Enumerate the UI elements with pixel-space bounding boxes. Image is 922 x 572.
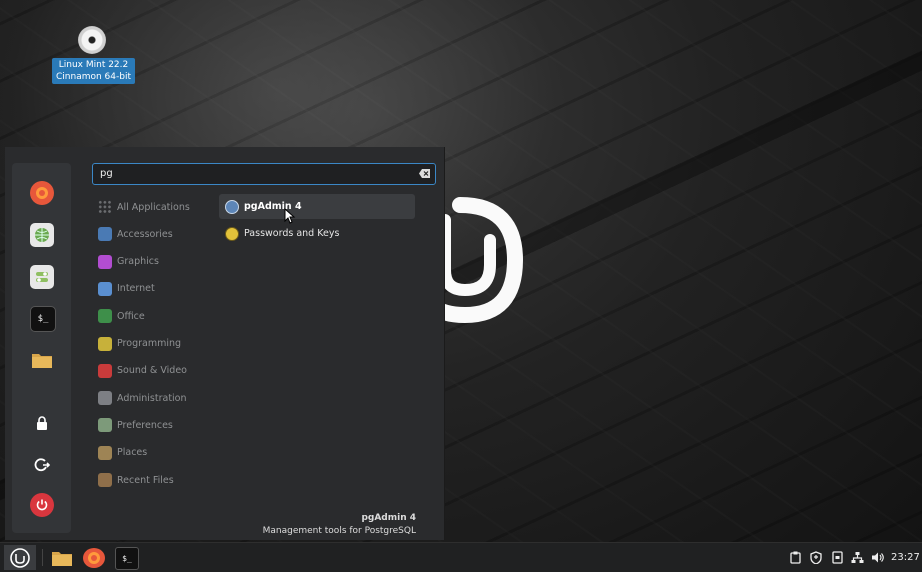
- firefox-icon[interactable]: [83, 548, 105, 568]
- lock-icon[interactable]: [30, 411, 54, 435]
- desktop-icon-install-disc[interactable]: Linux Mint 22.2 Cinnamon 64-bit: [52, 26, 135, 84]
- logout-icon[interactable]: [30, 453, 54, 477]
- power-icon[interactable]: [30, 493, 54, 517]
- category-administration[interactable]: Administration: [98, 389, 187, 407]
- shield-update-icon[interactable]: [810, 551, 822, 564]
- sound-video-icon: [98, 363, 112, 378]
- category-label: Graphics: [117, 256, 159, 268]
- internet-icon: [98, 281, 112, 296]
- description-text: Management tools for PostgreSQL: [262, 526, 416, 536]
- clock[interactable]: 23:27: [891, 552, 920, 563]
- search-text: pg: [100, 168, 113, 179]
- programming-icon: [98, 336, 112, 351]
- category-preferences[interactable]: Preferences: [98, 416, 173, 434]
- category-recent-files[interactable]: Recent Files: [98, 471, 174, 489]
- result-label: Passwords and Keys: [244, 228, 340, 239]
- terminal-icon[interactable]: $_: [115, 547, 139, 570]
- pgadmin-elephant-icon: [225, 199, 239, 214]
- folder-icon[interactable]: [30, 348, 54, 372]
- search-input[interactable]: pg: [92, 163, 436, 185]
- notes-icon[interactable]: [832, 551, 843, 564]
- taskbar-separator: [42, 549, 43, 566]
- network-icon[interactable]: [851, 551, 864, 564]
- category-office[interactable]: Office: [98, 307, 145, 325]
- favorites-sidebar: $_: [12, 163, 71, 533]
- settings-toggle-icon[interactable]: [30, 265, 54, 289]
- all-applications-icon: [98, 200, 112, 214]
- application-menu: $_ pg All Applications Accessories Graphic…: [5, 147, 445, 540]
- category-sound-video[interactable]: Sound & Video: [98, 362, 187, 380]
- category-programming[interactable]: Programming: [98, 335, 181, 353]
- clipboard-icon[interactable]: [790, 551, 801, 564]
- files-folder-icon[interactable]: [50, 547, 74, 568]
- category-label: Internet: [117, 283, 155, 295]
- administration-icon: [98, 391, 112, 406]
- category-label: Administration: [117, 392, 187, 404]
- category-accessories[interactable]: Accessories: [98, 225, 173, 243]
- category-label: All Applications: [117, 201, 190, 213]
- graphics-icon: [98, 254, 112, 269]
- description-title: pgAdmin 4: [361, 513, 416, 523]
- menu-button[interactable]: [4, 545, 36, 570]
- desktop-icon-label: Linux Mint 22.2 Cinnamon 64-bit: [52, 58, 135, 84]
- category-label: Preferences: [117, 419, 173, 431]
- result-item[interactable]: Passwords and Keys: [219, 221, 415, 246]
- recent-files-icon: [98, 473, 112, 487]
- mint-menu-icon: [10, 547, 30, 568]
- mouse-pointer-icon: [284, 208, 296, 224]
- category-places[interactable]: Places: [98, 444, 147, 462]
- accessories-icon: [98, 227, 112, 242]
- passwords-keys-icon: [225, 226, 239, 241]
- terminal-icon[interactable]: $_: [30, 306, 56, 332]
- category-all-applications[interactable]: All Applications: [98, 198, 190, 216]
- result-item[interactable]: pgAdmin 4: [219, 194, 415, 219]
- firefox-icon[interactable]: [30, 181, 54, 205]
- category-internet[interactable]: Internet: [98, 280, 155, 298]
- category-label: Accessories: [117, 228, 173, 240]
- clear-search-icon[interactable]: [419, 169, 430, 178]
- category-label: Sound & Video: [117, 365, 187, 377]
- category-label: Recent Files: [117, 474, 174, 486]
- category-graphics[interactable]: Graphics: [98, 253, 159, 271]
- category-label: Office: [117, 310, 145, 322]
- category-label: Programming: [117, 338, 182, 349]
- preferences-icon: [98, 418, 112, 433]
- software-manager-icon[interactable]: [30, 223, 54, 247]
- office-icon: [98, 309, 112, 324]
- category-label: Places: [117, 447, 148, 459]
- places-icon: [98, 445, 112, 460]
- taskbar: $_ 23:27: [0, 542, 922, 572]
- disc-icon: [78, 26, 106, 54]
- volume-icon[interactable]: [871, 551, 884, 564]
